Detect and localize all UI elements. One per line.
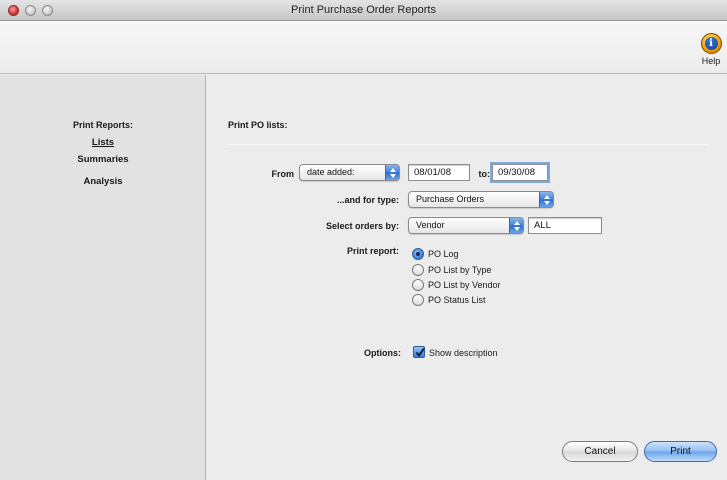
type-popup[interactable]: Purchase Orders [408, 191, 554, 208]
radio-button[interactable] [412, 294, 424, 306]
radio-label: PO List by Vendor [428, 280, 501, 290]
help-button[interactable]: i Help [695, 33, 727, 71]
type-value: Purchase Orders [416, 194, 485, 204]
window-title: Print Purchase Order Reports [291, 4, 436, 16]
section-title: Print PO lists: [228, 120, 288, 130]
show-description-checkbox[interactable] [413, 346, 425, 358]
sidebar-item-analysis[interactable]: Analysis [0, 176, 206, 187]
from-label: From [271, 169, 295, 179]
to-label: to: [478, 169, 491, 179]
select-by-value: Vendor [416, 220, 445, 230]
title-bar[interactable]: Print Purchase Order Reports [0, 0, 727, 21]
sidebar-item-summaries[interactable]: Summaries [0, 154, 206, 165]
help-label: Help [701, 56, 721, 66]
main-panel: Print PO lists: From date added: 08/01/0… [207, 75, 727, 480]
popup-arrows-icon [385, 165, 399, 180]
type-label: ...and for type: [336, 195, 399, 205]
select-by-label: Select orders by: [325, 221, 399, 231]
cancel-button[interactable]: Cancel [562, 441, 638, 462]
radio-button-selected[interactable] [412, 248, 424, 260]
radio-button[interactable] [412, 264, 424, 276]
options-label: Options: [364, 348, 401, 358]
popup-arrows-icon [539, 192, 553, 207]
date-field-popup[interactable]: date added: [299, 164, 400, 181]
start-date-input[interactable]: 08/01/08 [408, 164, 470, 181]
popup-arrows-icon [509, 218, 523, 233]
section-divider [228, 144, 710, 145]
select-by-popup[interactable]: Vendor [408, 217, 524, 234]
radio-button[interactable] [412, 279, 424, 291]
sidebar: Print Reports: Lists Summaries Analysis [0, 75, 206, 480]
filter-input[interactable]: ALL [528, 217, 602, 234]
print-button[interactable]: Print [644, 441, 717, 462]
print-po-reports-window: Print Purchase Order Reports i Help Prin… [0, 0, 727, 480]
checkmark-icon [415, 347, 425, 358]
end-date-input[interactable]: 09/30/08 [492, 164, 548, 181]
show-description-label: Show description [429, 348, 498, 358]
radio-label: PO List by Type [428, 265, 492, 275]
date-field-value: date added: [307, 167, 355, 177]
toolbar: i Help [0, 21, 727, 74]
info-icon: i [700, 33, 722, 54]
sidebar-heading: Print Reports: [72, 120, 133, 130]
radio-label: PO Status List [428, 295, 486, 305]
print-report-label: Print report: [346, 246, 399, 256]
sidebar-item-lists[interactable]: Lists [0, 137, 206, 148]
radio-label: PO Log [428, 249, 459, 259]
